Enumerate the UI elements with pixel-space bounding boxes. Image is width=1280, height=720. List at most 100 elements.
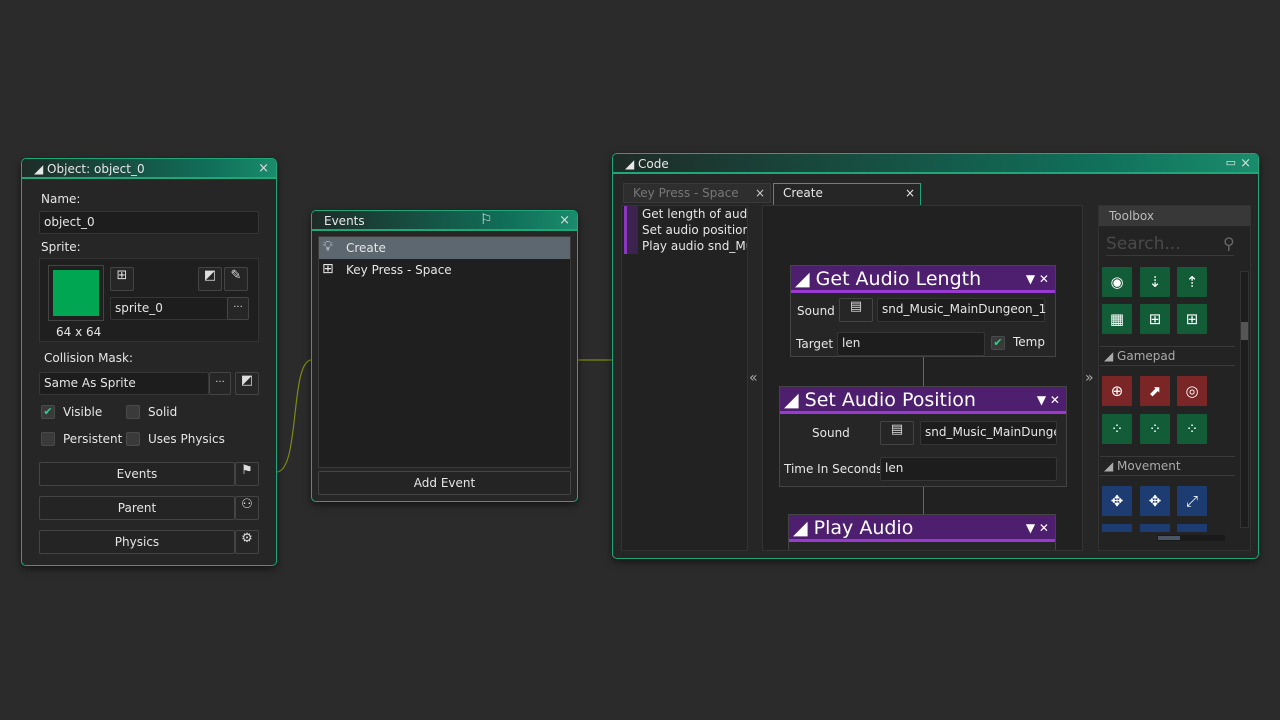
event-item-key-press[interactable]: ⊞ Key Press - Space — [319, 259, 570, 281]
sprite-browse-button[interactable]: ··· — [227, 297, 249, 320]
edit-sprite-button[interactable]: ◩ — [198, 267, 222, 291]
flag-icon: ⚐ — [480, 212, 493, 228]
field-label: Target — [796, 337, 834, 351]
close-icon[interactable]: × — [559, 213, 570, 228]
connector — [923, 486, 924, 514]
lightbulb-icon: 💡︎ — [323, 239, 333, 255]
target-input[interactable]: len — [837, 332, 985, 356]
temp-checkbox[interactable]: ✔ — [991, 336, 1005, 350]
toolbox-scrollbar[interactable] — [1240, 271, 1249, 528]
move-towards-icon[interactable]: ⤢ — [1177, 486, 1207, 516]
events-window: Events ⚐ × 💡︎ Create ⊞ Key Press - Space Add… — [311, 210, 578, 502]
block-get-audio-length[interactable]: ◢ Get Audio Length ▼ ✕ Sound ▤ snd_Music_… — [790, 265, 1056, 357]
section-label: Gamepad — [1117, 349, 1176, 363]
flag-icon[interactable]: ⚑ — [235, 462, 259, 486]
block-title: Play Audio — [813, 517, 914, 539]
new-sprite-button[interactable]: ⊞ — [110, 267, 134, 291]
sprite-panel: 64 x 64 ⊞ ◩ ✎ sprite_0 ··· — [39, 258, 259, 342]
event-item-create[interactable]: 💡︎ Create — [319, 237, 570, 259]
code-title-bar[interactable]: ◢ Code ▭ × — [613, 154, 1258, 174]
close-icon[interactable]: × — [905, 186, 915, 200]
sound-input[interactable]: snd_Music_MainDunge — [920, 421, 1057, 445]
tool-partial[interactable] — [1140, 524, 1170, 532]
zoom-slider[interactable] — [1157, 535, 1225, 541]
section-gamepad[interactable]: ◢ Gamepad — [1100, 346, 1235, 366]
tool-partial[interactable] — [1177, 524, 1207, 532]
mouse-tool-icon[interactable]: ◉ — [1102, 267, 1132, 297]
block-header[interactable]: ◢ Get Audio Length ▼ ✕ — [791, 266, 1055, 293]
sound-input[interactable]: snd_Music_MainDungeon_1 — [877, 298, 1046, 322]
gamepad-crosshair-icon[interactable]: ⊕ — [1102, 376, 1132, 406]
parent-button[interactable]: Parent — [39, 496, 235, 520]
gamepad-released-icon[interactable]: ⁘ — [1177, 414, 1207, 444]
sprite-input[interactable]: sprite_0 — [110, 297, 228, 320]
slider-fill — [1158, 536, 1180, 540]
code-canvas[interactable]: ◢ Get Audio Length ▼ ✕ Sound ▤ snd_Music_… — [762, 205, 1083, 551]
block-title: Set Audio Position — [804, 389, 976, 411]
collision-browse-button[interactable]: ··· — [209, 372, 231, 395]
mouse-up-icon[interactable]: ⇡ — [1177, 267, 1207, 297]
uses-physics-checkbox[interactable] — [126, 432, 140, 446]
mouse-down-icon[interactable]: ⇣ — [1140, 267, 1170, 297]
block-set-audio-position[interactable]: ◢ Set Audio Position ▼ ✕ Sound ▤ snd_Musi… — [779, 386, 1067, 487]
block-header[interactable]: ◢ Set Audio Position ▼ ✕ — [780, 387, 1066, 414]
solid-checkbox[interactable] — [126, 405, 140, 419]
object-title-bar[interactable]: ◢ Object: object_0 × — [22, 159, 276, 179]
visible-checkbox[interactable]: ✔ — [41, 405, 55, 419]
search-icon[interactable]: ⚲ — [1223, 234, 1235, 253]
field-label: Sound — [812, 426, 850, 440]
list-item[interactable]: Set audio position o — [642, 223, 747, 237]
keyboard-icon[interactable]: ▦ — [1102, 304, 1132, 334]
list-item[interactable]: Get length of audio — [642, 207, 747, 221]
field-label: Time In Seconds — [784, 462, 883, 476]
close-icon[interactable]: × — [755, 186, 765, 200]
list-marker — [624, 206, 638, 254]
physics-button[interactable]: Physics — [39, 530, 235, 554]
key-down-icon[interactable]: ⊞ — [1140, 304, 1170, 334]
title-text: Code — [638, 157, 669, 171]
block-menu-icon[interactable]: ▼ ✕ — [1037, 387, 1060, 413]
block-menu-icon[interactable]: ▼ ✕ — [1026, 515, 1049, 541]
visible-label: Visible — [63, 405, 103, 419]
solid-label: Solid — [148, 405, 178, 419]
time-input[interactable]: len — [880, 457, 1057, 481]
block-header[interactable]: ◢ Play Audio ▼ ✕ — [789, 515, 1055, 542]
sprite-preview[interactable] — [48, 265, 104, 321]
tool-partial[interactable] — [1102, 524, 1132, 532]
gamepad-button-icon[interactable]: ⁘ — [1102, 414, 1132, 444]
gamepad-target-icon[interactable]: ◎ — [1177, 376, 1207, 406]
name-input[interactable]: object_0 — [39, 211, 259, 234]
list-item[interactable]: Play audio snd_Mus — [642, 239, 747, 253]
block-menu-icon[interactable]: ▼ ✕ — [1026, 266, 1049, 292]
collision-select[interactable]: Same As Sprite — [39, 372, 209, 395]
close-icon[interactable]: × — [1240, 156, 1251, 171]
add-event-button[interactable]: Add Event — [318, 471, 571, 495]
maximize-icon[interactable]: ▭ — [1226, 156, 1236, 169]
toolbox-search[interactable]: Search... — [1106, 234, 1234, 256]
tab-key-press-space[interactable]: Key Press - Space × — [623, 183, 771, 203]
events-title-bar[interactable]: Events ⚐ × — [312, 211, 577, 231]
temp-label: Temp — [1013, 335, 1045, 349]
gamepad-axis-icon[interactable]: ⬈ — [1140, 376, 1170, 406]
section-movement[interactable]: ◢ Movement — [1100, 456, 1235, 476]
collapse-right-button[interactable]: » — [1085, 370, 1094, 386]
persistent-checkbox[interactable] — [41, 432, 55, 446]
sound-picker-icon[interactable]: ▤ — [839, 298, 873, 322]
gear-icon[interactable]: ⚙ — [235, 530, 259, 554]
move-icon[interactable]: ✥ — [1102, 486, 1132, 516]
gamepad-pressed-icon[interactable]: ⁘ — [1140, 414, 1170, 444]
uses-physics-label: Uses Physics — [148, 432, 225, 446]
hierarchy-icon[interactable]: ⚇ — [235, 496, 259, 520]
key-up-icon[interactable]: ⊞ — [1177, 304, 1207, 334]
brush-icon[interactable]: ✎ — [224, 267, 248, 291]
edit-mask-button[interactable]: ◩ — [235, 372, 259, 395]
block-play-audio[interactable]: ◢ Play Audio ▼ ✕ — [788, 514, 1056, 550]
sound-picker-icon[interactable]: ▤ — [880, 421, 914, 445]
close-icon[interactable]: × — [258, 161, 269, 176]
events-button[interactable]: Events — [39, 462, 235, 486]
tab-create[interactable]: Create × — [773, 183, 921, 205]
key-grid-icon: ⊞ — [322, 261, 334, 277]
collapse-left-button[interactable]: « — [749, 370, 758, 386]
move-fixed-icon[interactable]: ✥ — [1140, 486, 1170, 516]
scroll-thumb[interactable] — [1241, 322, 1248, 340]
